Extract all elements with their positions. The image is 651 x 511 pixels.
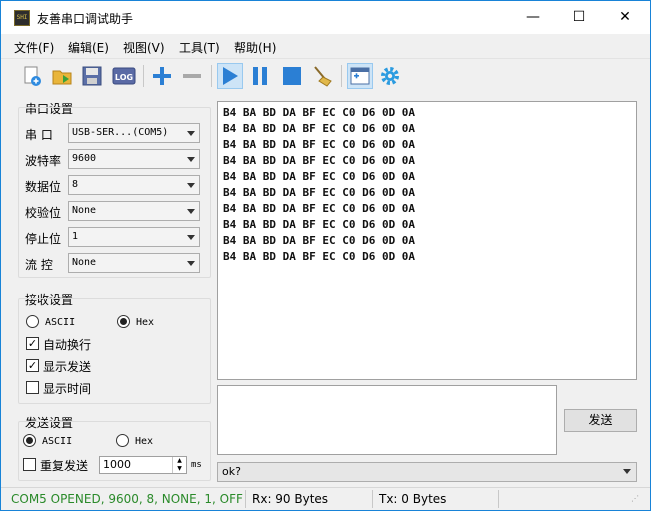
send-text-area[interactable] [217, 385, 557, 455]
app-icon: SHI [14, 10, 30, 26]
send-button[interactable]: 发送 [564, 409, 637, 432]
gear-icon[interactable] [377, 63, 403, 89]
receive-line: B4 BA BD DA BF EC C0 D6 0D 0A [223, 186, 416, 199]
chevron-down-icon [187, 157, 195, 162]
remove-icon[interactable] [179, 63, 205, 89]
send-ascii-label: ASCII [42, 436, 73, 447]
baud-select[interactable]: 9600 [68, 149, 200, 169]
repeat-interval-input[interactable]: 1000 ▲ ▼ [99, 456, 187, 474]
resize-grip-icon[interactable]: ⋰ [631, 494, 639, 503]
repeat-send-checkbox[interactable] [23, 458, 36, 471]
show-time-checkbox[interactable] [26, 381, 39, 394]
send-ascii-radio[interactable] [23, 434, 36, 447]
auto-wrap-checkbox[interactable]: ✓ [26, 337, 39, 350]
rx-counter: Rx: 90 Bytes [252, 492, 329, 506]
receive-hex-label: Hex [136, 317, 155, 328]
parity-label: 校验位 [25, 206, 62, 220]
data-bits-select[interactable]: 8 [68, 175, 200, 195]
menu-tools[interactable]: 工具(T) [179, 39, 220, 56]
receive-line: B4 BA BD DA BF EC C0 D6 0D 0A [223, 154, 416, 167]
repeat-send-label: 重复发送 [40, 459, 89, 473]
app-window: SHI 友善串口调试助手 — ☐ ✕ 文件(F) 编辑(E) 视图(V) 工具(… [0, 0, 651, 511]
svg-text:LOG: LOG [115, 73, 133, 82]
show-time-label: 显示时间 [43, 382, 92, 396]
chevron-down-icon [187, 183, 195, 188]
send-hex-label: Hex [135, 436, 154, 447]
title-bar: SHI 友善串口调试助手 — ☐ ✕ [1, 1, 650, 34]
chevron-down-icon [187, 209, 195, 214]
receive-line: B4 BA BD DA BF EC C0 D6 0D 0A [223, 170, 416, 183]
maximize-button[interactable]: ☐ [556, 1, 602, 34]
log-icon[interactable]: LOG [111, 63, 137, 89]
toolbar-separator [211, 65, 212, 87]
flow-control-label: 流 控 [25, 258, 53, 272]
chevron-down-icon [187, 131, 195, 136]
parity-select[interactable]: None [68, 201, 200, 221]
receive-line: B4 BA BD DA BF EC C0 D6 0D 0A [223, 106, 416, 119]
minimize-button[interactable]: — [510, 1, 556, 34]
send-hex-radio[interactable] [116, 434, 129, 447]
chevron-down-icon [623, 469, 631, 474]
connection-status: COM5 OPENED, 9600, 8, NONE, 1, OFF [11, 492, 243, 506]
stop-bits-label: 停止位 [25, 232, 62, 246]
pause-icon[interactable] [247, 63, 273, 89]
receive-line: B4 BA BD DA BF EC C0 D6 0D 0A [223, 202, 416, 215]
show-send-checkbox[interactable]: ✓ [26, 359, 39, 372]
receive-text-area[interactable]: B4 BA BD DA BF EC C0 D6 0D 0A B4 BA BD D… [217, 101, 637, 380]
menu-edit[interactable]: 编辑(E) [68, 39, 109, 56]
status-separator [245, 490, 246, 508]
spinner-arrows-icon[interactable]: ▲ ▼ [172, 457, 186, 473]
receive-ascii-radio[interactable] [26, 315, 39, 328]
send-history-select[interactable]: ok? [217, 462, 637, 482]
port-select[interactable]: USB-SER...(COM5) [68, 123, 200, 143]
close-button[interactable]: ✕ [602, 1, 648, 34]
receive-ascii-label: ASCII [45, 317, 76, 328]
menu-help[interactable]: 帮助(H) [234, 39, 276, 56]
window-title: 友善串口调试助手 [37, 12, 134, 26]
toolbar-separator [341, 65, 342, 87]
baud-label: 波特率 [25, 154, 62, 168]
new-file-icon[interactable] [19, 63, 45, 89]
receive-line: B4 BA BD DA BF EC C0 D6 0D 0A [223, 122, 416, 135]
stop-icon[interactable] [279, 63, 305, 89]
save-icon[interactable] [79, 63, 105, 89]
menu-view[interactable]: 视图(V) [123, 39, 165, 56]
receive-hex-radio[interactable] [117, 315, 130, 328]
data-bits-label: 数据位 [25, 180, 62, 194]
receive-line: B4 BA BD DA BF EC C0 D6 0D 0A [223, 138, 416, 151]
menu-bar: 文件(F) 编辑(E) 视图(V) 工具(T) 帮助(H) [1, 36, 650, 56]
tx-counter: Tx: 0 Bytes [379, 492, 447, 506]
chevron-down-icon [187, 261, 195, 266]
receive-line: B4 BA BD DA BF EC C0 D6 0D 0A [223, 218, 416, 231]
status-bar: COM5 OPENED, 9600, 8, NONE, 1, OFF Rx: 9… [1, 487, 650, 510]
stop-bits-select[interactable]: 1 [68, 227, 200, 247]
chevron-down-icon [187, 235, 195, 240]
broom-icon[interactable] [309, 63, 335, 89]
status-separator [372, 490, 373, 508]
toolbar-separator [143, 65, 144, 87]
toolbar: LOG [1, 58, 650, 92]
interval-unit: ms [191, 460, 202, 470]
receive-line: B4 BA BD DA BF EC C0 D6 0D 0A [223, 234, 416, 247]
status-separator [498, 490, 499, 508]
flow-control-select[interactable]: None [68, 253, 200, 273]
window-settings-icon[interactable] [347, 63, 373, 89]
show-send-label: 显示发送 [43, 360, 92, 374]
port-label: 串 口 [25, 128, 53, 142]
add-icon[interactable] [149, 63, 175, 89]
open-folder-icon[interactable] [49, 63, 75, 89]
menu-file[interactable]: 文件(F) [14, 39, 54, 56]
auto-wrap-label: 自动换行 [43, 338, 92, 352]
receive-line: B4 BA BD DA BF EC C0 D6 0D 0A [223, 250, 416, 263]
play-icon[interactable] [217, 63, 243, 89]
